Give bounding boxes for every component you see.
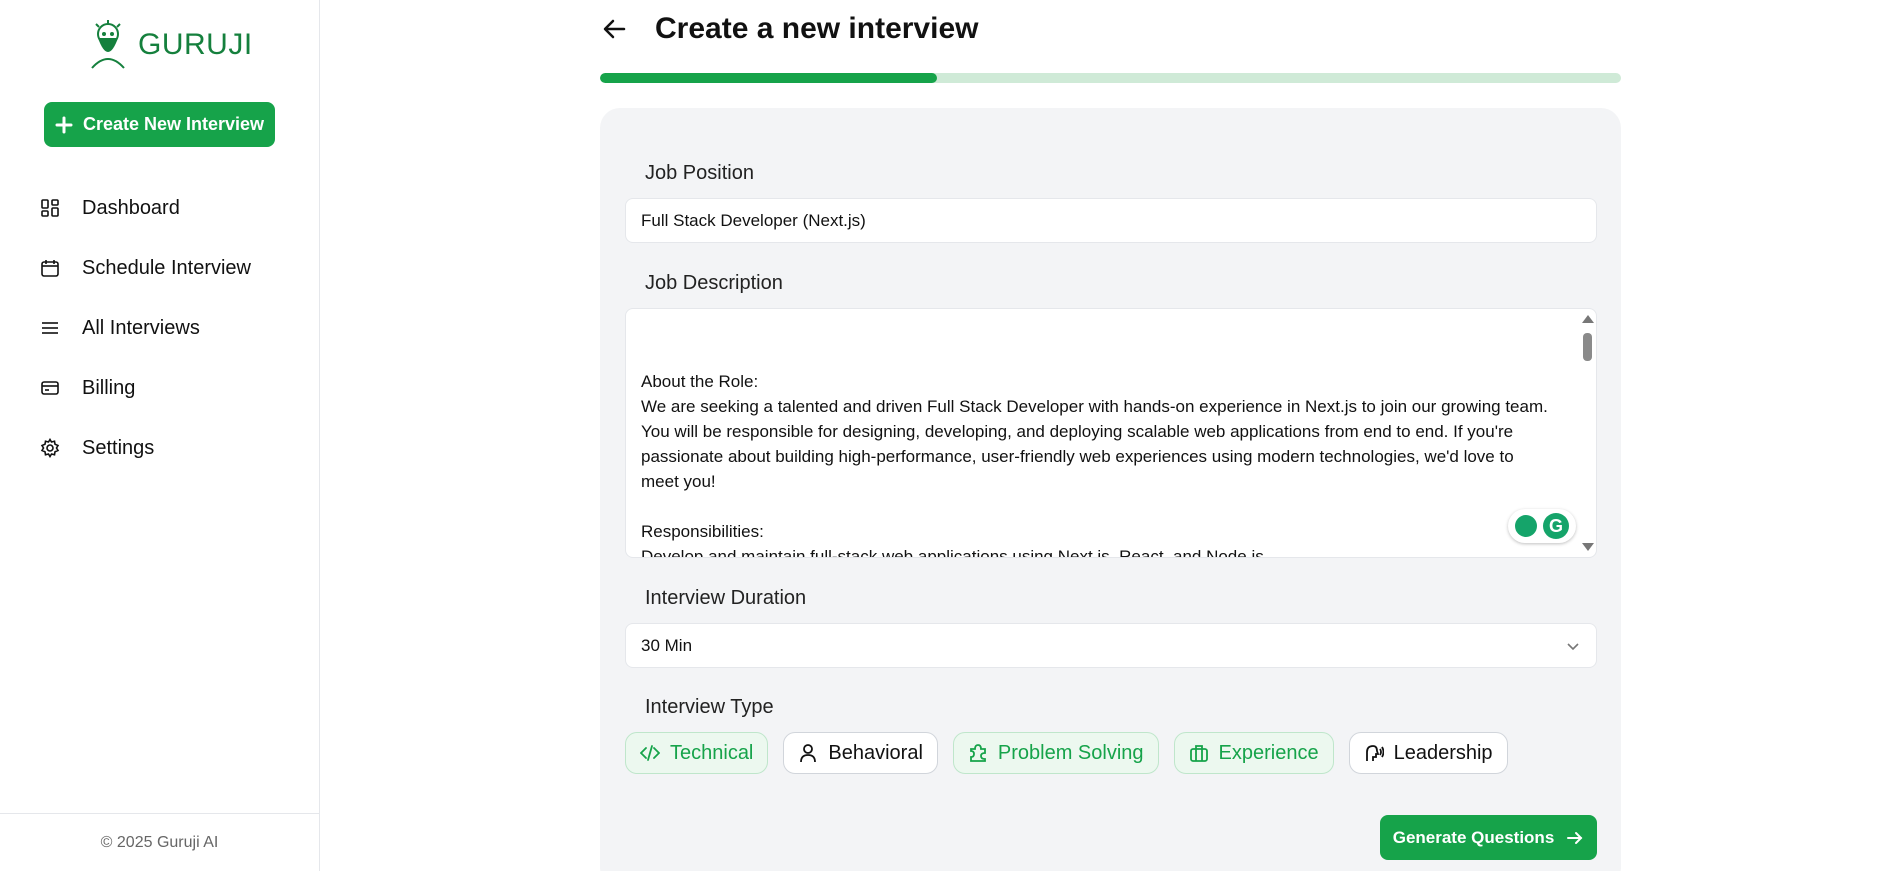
progress-bar bbox=[600, 73, 1621, 83]
chevron-down-icon bbox=[1567, 642, 1579, 650]
chip-leadership[interactable]: Leadership bbox=[1348, 732, 1508, 774]
chip-label: Behavioral bbox=[828, 741, 923, 764]
job-description-textarea[interactable]: About the Role: We are seeking a talente… bbox=[625, 308, 1597, 558]
generate-questions-button[interactable]: Generate Questions bbox=[1380, 815, 1597, 860]
job-description-text: About the Role: We are seeking a talente… bbox=[641, 372, 1548, 558]
chip-behavioral[interactable]: Behavioral bbox=[783, 732, 938, 774]
credit-card-icon bbox=[41, 381, 59, 395]
textarea-scrollbar[interactable] bbox=[1580, 313, 1594, 553]
generate-questions-label: Generate Questions bbox=[1392, 827, 1555, 847]
scroll-down-arrow-icon[interactable] bbox=[1582, 543, 1594, 551]
list-icon bbox=[42, 322, 58, 334]
chip-label: Technical bbox=[670, 741, 754, 764]
job-position-input[interactable]: Full Stack Developer (Next.js) bbox=[625, 198, 1597, 243]
guruji-logo-icon bbox=[91, 20, 125, 69]
interview-duration-select[interactable]: 30 Min bbox=[625, 623, 1597, 668]
page-title: Create a new interview bbox=[655, 12, 979, 45]
scroll-up-arrow-icon[interactable] bbox=[1582, 315, 1594, 323]
chip-problem-solving[interactable]: Problem Solving bbox=[952, 732, 1159, 774]
chip-label: Problem Solving bbox=[997, 741, 1144, 764]
user-icon bbox=[800, 744, 817, 763]
sidebar-nav: Dashboard Schedule Interview All Intervi… bbox=[0, 178, 320, 478]
sidebar-item-schedule-interview[interactable]: Schedule Interview bbox=[0, 238, 320, 298]
sidebar-footer: © 2025 Guruji AI bbox=[0, 813, 319, 871]
code-icon bbox=[640, 745, 660, 761]
progress-fill bbox=[600, 73, 937, 83]
brand-name: GURUJI bbox=[138, 28, 253, 61]
arrow-right-icon bbox=[1567, 831, 1583, 844]
speaking-head-icon bbox=[1365, 745, 1384, 761]
sidebar-item-label: Dashboard bbox=[82, 196, 180, 219]
job-description-label: Job Description bbox=[645, 272, 783, 294]
sidebar-item-settings[interactable]: Settings bbox=[0, 418, 320, 478]
back-arrow-icon[interactable] bbox=[600, 14, 630, 44]
gear-icon bbox=[40, 438, 60, 458]
interview-duration-value: 30 Min bbox=[641, 635, 693, 655]
chip-experience[interactable]: Experience bbox=[1173, 732, 1334, 774]
create-new-interview-button[interactable]: Create New Interview bbox=[44, 102, 275, 147]
briefcase-icon bbox=[1189, 745, 1208, 762]
sidebar-item-label: Settings bbox=[82, 436, 155, 459]
puzzle-icon bbox=[970, 744, 986, 762]
sidebar-item-dashboard[interactable]: Dashboard bbox=[0, 178, 320, 238]
plus-icon bbox=[55, 116, 73, 133]
job-position-label: Job Position bbox=[645, 162, 754, 184]
scroll-thumb[interactable] bbox=[1583, 333, 1592, 361]
brand: GURUJI bbox=[88, 20, 253, 70]
grammarly-icon[interactable]: G bbox=[1543, 513, 1569, 539]
chip-technical[interactable]: Technical bbox=[625, 732, 769, 774]
sidebar-item-billing[interactable]: Billing bbox=[0, 358, 320, 418]
grammarly-widget[interactable]: G bbox=[1508, 509, 1576, 543]
interview-form-card: Job Position Full Stack Developer (Next.… bbox=[600, 108, 1621, 871]
interview-duration-label: Interview Duration bbox=[645, 587, 807, 609]
sidebar-item-label: Billing bbox=[82, 376, 136, 399]
dashboard-icon bbox=[41, 199, 59, 217]
lightbulb-icon[interactable] bbox=[1515, 515, 1537, 537]
sidebar-item-label: All Interviews bbox=[82, 316, 200, 339]
chip-label: Leadership bbox=[1393, 741, 1493, 764]
sidebar: GURUJI Create New Interview Dashboard Sc… bbox=[0, 0, 320, 871]
calendar-icon bbox=[41, 260, 59, 277]
interview-type-label: Interview Type bbox=[645, 696, 774, 718]
create-new-interview-label: Create New Interview bbox=[82, 114, 265, 134]
chip-label: Experience bbox=[1218, 741, 1319, 764]
sidebar-item-all-interviews[interactable]: All Interviews bbox=[0, 298, 320, 358]
interview-type-chips: Technical Behavioral Problem Solving Exp… bbox=[625, 732, 1508, 774]
sidebar-item-label: Schedule Interview bbox=[82, 256, 251, 279]
